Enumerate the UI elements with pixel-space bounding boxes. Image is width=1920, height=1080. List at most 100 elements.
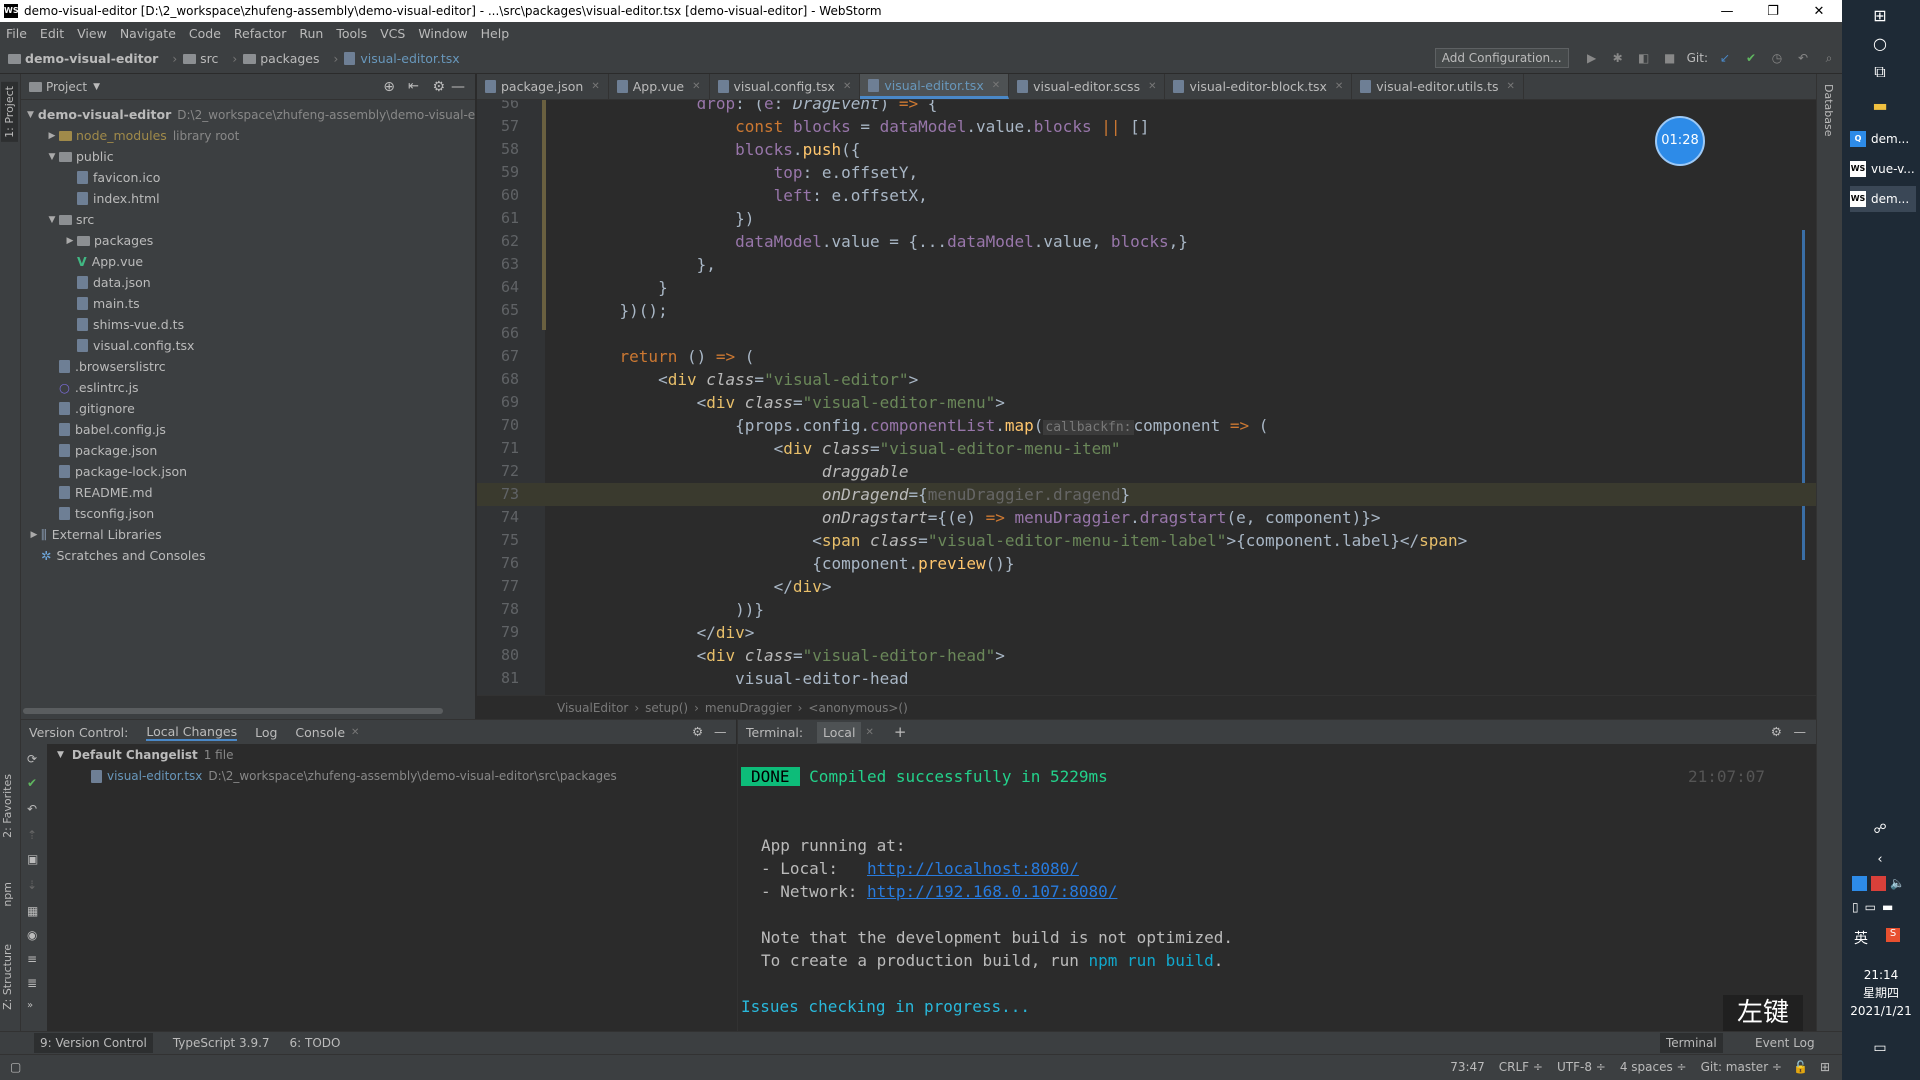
tree-item[interactable]: index.html (21, 188, 475, 209)
code-line[interactable]: 81 visual-editor-head (477, 667, 1816, 690)
people-icon[interactable]: ☍ (1869, 822, 1891, 844)
breadcrumb-packages[interactable]: packages (243, 51, 320, 66)
code-line[interactable]: 72 draggable (477, 460, 1816, 483)
editor-tab[interactable]: visual-editor.scss ✕ (1009, 74, 1166, 99)
code-line[interactable]: 64 } (477, 276, 1816, 299)
lock-icon[interactable]: 🔓 (1793, 1060, 1808, 1074)
hide-icon[interactable]: — (451, 79, 465, 95)
code-line[interactable]: 61 }) (477, 207, 1816, 230)
code-line[interactable]: 75 <span class="visual-editor-menu-item-… (477, 529, 1816, 552)
tree-item[interactable]: ▶ ⫼ External Libraries (21, 524, 475, 545)
git-update-icon[interactable]: ↙ (1718, 51, 1732, 65)
rollback-icon[interactable]: ↶ (27, 802, 37, 816)
favorites-tool-tab[interactable]: 2: Favorites (1, 774, 14, 838)
menu-window[interactable]: Window (418, 26, 467, 41)
code-line[interactable]: 66 (477, 322, 1816, 345)
horizontal-scrollbar[interactable] (23, 708, 443, 714)
shelve-icon[interactable]: ⇡ (27, 828, 37, 842)
code-line[interactable]: 77 </div> (477, 575, 1816, 598)
tree-item[interactable]: data.json (21, 272, 475, 293)
code-line[interactable]: 74 onDragstart={(e) => menuDraggier.drag… (477, 506, 1816, 529)
code-line[interactable]: 63 }, (477, 253, 1816, 276)
maximize-button[interactable]: ❐ (1750, 4, 1796, 19)
menu-run[interactable]: Run (299, 26, 323, 41)
input-language[interactable]: 英 (1854, 928, 1868, 948)
device-icon[interactable]: ▯ (1852, 900, 1859, 914)
network-icon[interactable]: ▭ (1865, 900, 1876, 914)
memory-indicator-icon[interactable]: ⊞ (1820, 1060, 1830, 1074)
tree-item[interactable]: visual.config.tsx (21, 335, 475, 356)
menu-refactor[interactable]: Refactor (234, 26, 286, 41)
menu-edit[interactable]: Edit (40, 26, 64, 41)
taskbar-item-qq[interactable]: Qdem... (1850, 126, 1916, 152)
windows-start-icon[interactable]: ⊞ (1869, 6, 1891, 28)
hide-icon[interactable]: — (714, 724, 727, 739)
hide-icon[interactable]: — (1794, 724, 1807, 739)
close-tab-icon[interactable]: ✕ (992, 80, 1000, 91)
expand-arrow-icon[interactable]: ▶ (27, 530, 41, 540)
more-icon[interactable]: » (27, 1000, 33, 1011)
tree-item[interactable]: ▶ packages (21, 230, 475, 251)
search-icon[interactable]: ⌕ (1822, 51, 1836, 65)
code-line[interactable]: 71 <div class="visual-editor-menu-item" (477, 437, 1816, 460)
todo-tool-button[interactable]: 6: TODO (290, 1036, 341, 1050)
local-url-link[interactable]: http://localhost:8080/ (867, 859, 1079, 878)
close-tab-icon[interactable]: ✕ (1507, 81, 1515, 92)
tree-item[interactable]: .gitignore (21, 398, 475, 419)
code-line[interactable]: 70 {props.config.componentList.map(callb… (477, 414, 1816, 437)
code-line[interactable]: 79 </div> (477, 621, 1816, 644)
crumb-anonymous[interactable]: <anonymous>() (808, 701, 907, 715)
indent-setting[interactable]: 4 spaces ÷ (1620, 1060, 1687, 1074)
breadcrumb-src[interactable]: src (183, 51, 218, 66)
editor-tab[interactable]: visual-editor-block.tsx ✕ (1165, 74, 1353, 99)
run-icon[interactable]: ▶ (1585, 51, 1599, 65)
group-icon[interactable]: ▦ (27, 904, 38, 918)
minimize-button[interactable]: — (1704, 4, 1750, 19)
editor-tab[interactable]: visual.config.tsx ✕ (710, 74, 861, 99)
tray-app-icon[interactable] (1852, 876, 1867, 891)
menu-vcs[interactable]: VCS (380, 26, 405, 41)
tab-local-changes[interactable]: Local Changes (146, 724, 238, 741)
file-explorer-icon[interactable]: ▬ (1869, 96, 1891, 118)
code-line[interactable]: 76 {component.preview()} (477, 552, 1816, 575)
editor-tab[interactable]: App.vue ✕ (609, 74, 710, 99)
code-line[interactable]: 69 <div class="visual-editor-menu"> (477, 391, 1816, 414)
git-branch[interactable]: Git: master ÷ (1701, 1060, 1782, 1074)
editor-tab[interactable]: package.json ✕ (477, 74, 609, 99)
breadcrumb-file[interactable]: visual-editor.tsx (344, 51, 460, 66)
tree-item[interactable]: V App.vue (21, 251, 475, 272)
tree-item[interactable]: .browserslistrc (21, 356, 475, 377)
npm-tool-tab[interactable]: npm (1, 882, 14, 907)
tree-item[interactable]: favicon.ico (21, 167, 475, 188)
file-encoding[interactable]: UTF-8 ÷ (1557, 1060, 1606, 1074)
git-commit-icon[interactable]: ✔ (1744, 51, 1758, 65)
code-line[interactable]: 65 })(); (477, 299, 1816, 322)
changelist-row[interactable]: ▼ Default Changelist 1 file (57, 748, 233, 762)
refresh-icon[interactable]: ⟳ (27, 752, 37, 766)
tray-app-icon[interactable] (1871, 876, 1886, 891)
crumb-visualeditor[interactable]: VisualEditor (557, 701, 628, 715)
close-button[interactable]: ✕ (1796, 4, 1842, 19)
expand-arrow-icon[interactable]: ▼ (45, 152, 59, 162)
new-terminal-icon[interactable]: + (894, 723, 907, 741)
tree-item[interactable]: babel.config.js (21, 419, 475, 440)
close-tab-icon[interactable]: ✕ (1148, 81, 1156, 92)
taskbar-item-webstorm-2[interactable]: WS dem... (1850, 186, 1916, 212)
locate-icon[interactable]: ⊕ (383, 79, 395, 95)
menu-help[interactable]: Help (481, 26, 510, 41)
editor-tab[interactable]: visual-editor.tsx ✕ (860, 74, 1010, 99)
menu-tools[interactable]: Tools (336, 26, 367, 41)
expand-arrow-icon[interactable]: ▼ (27, 110, 34, 120)
tree-item[interactable]: README.md (21, 482, 475, 503)
typescript-tool-button[interactable]: TypeScript 3.9.7 (173, 1036, 270, 1050)
project-view-selector[interactable]: Project (46, 80, 87, 94)
code-line[interactable]: 80 <div class="visual-editor-head"> (477, 644, 1816, 667)
code-line[interactable]: 60 left: e.offsetX, (477, 184, 1816, 207)
version-control-tool-button[interactable]: 9: Version Control (34, 1033, 153, 1053)
code-line[interactable]: 78 ))} (477, 598, 1816, 621)
code-line[interactable]: 59 top: e.offsetY, (477, 161, 1816, 184)
code-line[interactable]: 62 dataModel.value = {...dataModel.value… (477, 230, 1816, 253)
code-line[interactable]: 58 blocks.push({ (477, 138, 1816, 161)
tab-local-terminal[interactable]: Local (817, 721, 862, 743)
database-tool-tab[interactable]: Database (1822, 84, 1835, 137)
